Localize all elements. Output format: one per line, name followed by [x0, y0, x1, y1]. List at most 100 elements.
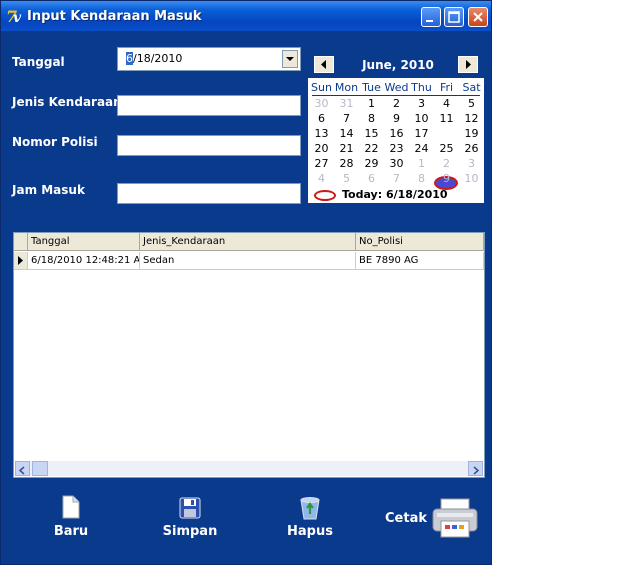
calendar-day[interactable]: 19 — [459, 127, 484, 140]
calendar-day[interactable]: 3 — [459, 157, 484, 170]
printer-icon — [432, 498, 478, 538]
arrow-right-icon — [473, 466, 480, 475]
baru-button[interactable]: Baru — [51, 495, 91, 545]
calendar-day[interactable]: 26 — [459, 142, 484, 155]
simpan-label: Simpan — [162, 524, 218, 539]
baru-label: Baru — [53, 524, 89, 539]
calendar-day[interactable]: 13 — [309, 127, 334, 140]
calendar-day[interactable]: 30 — [384, 157, 409, 170]
calendar-day[interactable]: 6 — [359, 172, 384, 185]
calendar-day[interactable]: 25 — [434, 142, 459, 155]
today-text: Today: 6/18/2010 — [342, 188, 448, 201]
scroll-left-button[interactable] — [15, 461, 30, 476]
save-disk-icon — [179, 497, 201, 519]
close-button[interactable] — [468, 7, 488, 27]
horizontal-scrollbar[interactable] — [15, 461, 483, 476]
table-cell[interactable]: BE 7890 AG — [356, 252, 484, 270]
scroll-thumb[interactable] — [32, 461, 48, 476]
calendar-day[interactable]: 1 — [359, 97, 384, 110]
tanggal-date-picker[interactable]: 6/18/2010 — [117, 47, 301, 71]
column-header-no-polisi[interactable]: No_Polisi — [356, 233, 484, 251]
calendar-day[interactable]: 22 — [359, 142, 384, 155]
recycle-bin-icon — [300, 497, 320, 520]
day-of-week-header: Sun — [311, 81, 332, 94]
calendar-day[interactable]: 4 — [434, 97, 459, 110]
nomor-polisi-label: Nomor Polisi — [12, 135, 98, 149]
calendar-day[interactable]: 20 — [309, 142, 334, 155]
calendar-day[interactable]: 9 — [384, 112, 409, 125]
simpan-button[interactable]: Simpan — [159, 495, 221, 545]
calendar-day[interactable]: 16 — [384, 127, 409, 140]
calendar-day[interactable]: 2 — [434, 157, 459, 170]
table-cell[interactable]: 6/18/2010 12:48:21 AM — [28, 252, 140, 270]
calendar-day[interactable]: 28 — [334, 157, 359, 170]
calendar-day[interactable]: 24 — [409, 142, 434, 155]
calendar-day[interactable]: 10 — [459, 172, 484, 185]
new-document-icon — [62, 495, 80, 519]
calendar-day[interactable]: 6 — [309, 112, 334, 125]
column-header-jenis-kendaraan[interactable]: Jenis_Kendaraan — [140, 233, 356, 251]
arrow-right-icon — [466, 60, 471, 69]
calendar-day[interactable]: 5 — [459, 97, 484, 110]
calendar-day[interactable]: 5 — [334, 172, 359, 185]
today-link[interactable]: Today: 6/18/2010 — [312, 188, 482, 202]
day-of-week-header: Sat — [462, 81, 481, 94]
arrow-left-icon — [18, 466, 25, 475]
calendar-day[interactable]: 17 — [409, 127, 434, 140]
month-calendar[interactable]: June, 2010 Sun Mon Tue Wed Thu Fri Sat 30 31 1 2 3 4… — [308, 50, 484, 203]
jenis-kendaraan-input[interactable] — [117, 95, 301, 116]
minimize-icon — [426, 20, 433, 22]
table-cell[interactable]: Sedan — [140, 252, 356, 270]
next-month-button[interactable] — [458, 56, 478, 73]
calendar-day[interactable]: 9 — [434, 172, 459, 185]
calendar-day[interactable]: 27 — [309, 157, 334, 170]
calendar-day[interactable]: 4 — [309, 172, 334, 185]
row-selector[interactable] — [14, 252, 28, 270]
maximize-icon — [448, 11, 460, 23]
calendar-day[interactable]: 21 — [334, 142, 359, 155]
chevron-down-icon — [286, 57, 294, 61]
cetak-button[interactable]: Cetak — [381, 497, 481, 545]
today-circle-icon — [314, 190, 336, 201]
calendar-day[interactable]: 23 — [384, 142, 409, 155]
calendar-day[interactable]: 14 — [334, 127, 359, 140]
scroll-right-button[interactable] — [468, 461, 483, 476]
day-of-week-header: Tue — [362, 81, 381, 94]
row-header-corner — [14, 233, 28, 251]
close-icon — [473, 12, 483, 22]
tanggal-label: Tanggal — [12, 55, 65, 69]
column-header-tanggal[interactable]: Tanggal — [28, 233, 140, 251]
jam-masuk-input[interactable] — [117, 183, 301, 204]
cetak-label: Cetak — [385, 511, 427, 526]
prev-month-button[interactable] — [314, 56, 334, 73]
dropdown-button[interactable] — [282, 50, 298, 68]
calendar-day[interactable]: 11 — [434, 112, 459, 125]
tanggal-value: 6/18/2010 — [126, 52, 183, 65]
calendar-day-selected[interactable]: 18 — [434, 127, 459, 140]
minimize-button[interactable] — [421, 7, 441, 27]
main-window: 7 v Input Kendaraan Masuk Tanggal Jenis … — [0, 0, 492, 565]
calendar-day[interactable]: 30 — [309, 97, 334, 110]
calendar-day[interactable]: 8 — [409, 172, 434, 185]
calendar-day[interactable]: 8 — [359, 112, 384, 125]
calendar-day[interactable]: 2 — [384, 97, 409, 110]
calendar-day[interactable]: 1 — [409, 157, 434, 170]
calendar-day[interactable]: 7 — [384, 172, 409, 185]
jenis-kendaraan-label: Jenis Kendaraan — [12, 95, 122, 109]
hapus-button[interactable]: Hapus — [283, 495, 337, 545]
arrow-left-icon — [321, 60, 326, 69]
calendar-day[interactable]: 3 — [409, 97, 434, 110]
data-grid[interactable]: Tanggal Jenis_Kendaraan No_Polisi 6/18/2… — [13, 232, 485, 478]
calendar-day[interactable]: 12 — [459, 112, 484, 125]
svg-text:v: v — [13, 10, 22, 25]
calendar-day[interactable]: 29 — [359, 157, 384, 170]
calendar-day[interactable]: 10 — [409, 112, 434, 125]
calendar-day[interactable]: 7 — [334, 112, 359, 125]
title-bar[interactable]: 7 v Input Kendaraan Masuk — [1, 1, 491, 31]
calendar-day[interactable]: 15 — [359, 127, 384, 140]
calendar-month-title[interactable]: June, 2010 — [348, 58, 448, 72]
nomor-polisi-input[interactable] — [117, 135, 301, 156]
window-title: Input Kendaraan Masuk — [27, 9, 202, 24]
calendar-day[interactable]: 31 — [334, 97, 359, 110]
maximize-button[interactable] — [444, 7, 464, 27]
